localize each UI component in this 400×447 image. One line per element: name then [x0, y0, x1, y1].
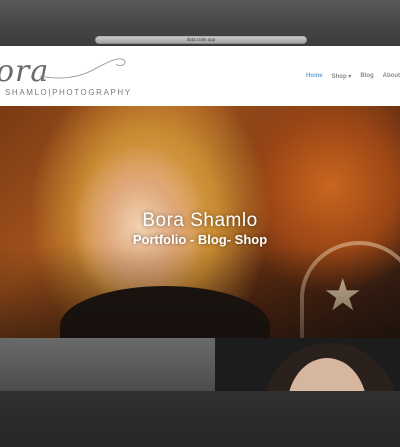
site-header: ora SHAMLO|PHOTOGRAPHY Home Shop ▾ Blog …	[0, 46, 400, 106]
hero-banner: ★ Bora Shamlo Portfolio - Blog- Shop	[0, 106, 400, 338]
gallery-tile-right[interactable]	[215, 338, 400, 391]
browser-chrome: data:code.app	[0, 0, 400, 46]
website: ora SHAMLO|PHOTOGRAPHY Home Shop ▾ Blog …	[0, 46, 400, 391]
nav-item-blog[interactable]: Blog	[360, 73, 373, 80]
logo-swash-icon	[39, 58, 126, 79]
screenshot-frame: data:code.app ora SHAMLO|PHOTOGRAPHY Hom…	[0, 0, 400, 447]
nav-item-about[interactable]: About	[383, 73, 400, 80]
nav-item-shop[interactable]: Shop ▾	[332, 73, 352, 80]
address-bar[interactable]: data:code.app	[95, 36, 307, 44]
hero-subtitle: Portfolio - Blog- Shop	[132, 232, 268, 247]
gallery-tile-left[interactable]	[0, 338, 215, 391]
nav-item-home[interactable]: Home	[306, 73, 323, 80]
hero-title: Bora Shamlo	[142, 210, 258, 231]
main-nav: Home Shop ▾ Blog About	[306, 73, 400, 80]
logo-subtitle: SHAMLO|PHOTOGRAPHY	[5, 88, 132, 97]
bottom-bezel	[0, 391, 400, 447]
